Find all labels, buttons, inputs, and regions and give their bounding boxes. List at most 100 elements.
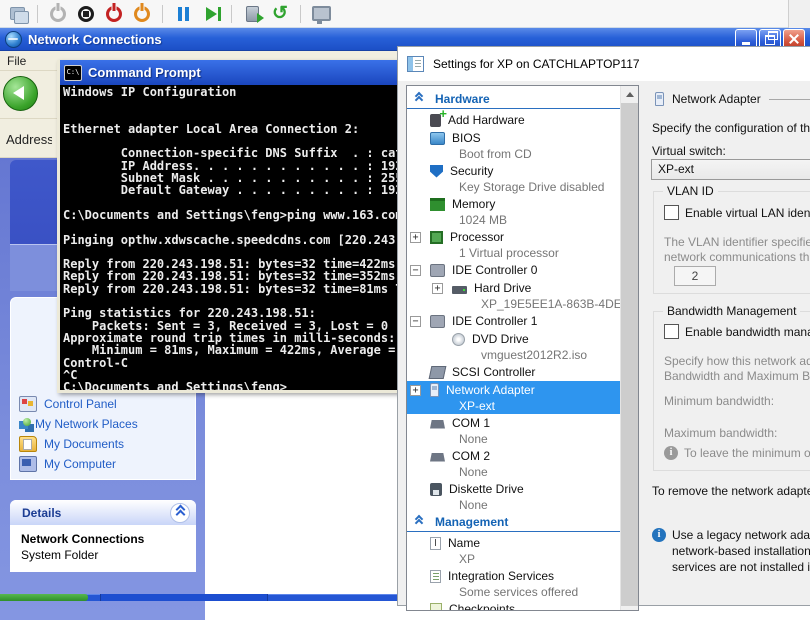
pause-button[interactable] [171,2,195,26]
control-panel-icon [19,396,37,412]
sidebar-item-my-network-places[interactable]: My Network Places [19,414,191,434]
max-bandwidth-label: Maximum bandwidth: [664,426,777,440]
tree-item-bios[interactable]: BIOSBoot from CD [407,129,621,162]
ctrl-alt-del-button[interactable] [5,2,29,26]
panel-header: Network Adapter [672,92,761,106]
vlan-id-input[interactable]: 2 [674,266,716,286]
toolbar-separator [300,5,301,23]
start-button[interactable] [0,594,88,601]
vlan-group-title: VLAN ID [663,184,718,198]
legacy-note-line2: network-based installation [672,544,810,558]
details-item-name: Network Connections [21,532,196,546]
taskbar-task-button[interactable] [100,594,268,601]
tree-item-sublabel: XP [407,552,621,567]
sidebar-item-label: Control Panel [44,397,117,411]
tree-item-sublabel: Key Storage Drive disabled [407,180,621,195]
restore-icon [765,35,775,45]
controller-icon [430,315,445,328]
tree-item-label: Add Hardware [448,113,525,127]
com-port-icon [430,453,445,462]
expand-icon[interactable]: + [410,232,421,243]
tree-item-sublabel: 1024 MB [407,213,621,228]
tree-item-name[interactable]: NameXP [407,534,621,567]
sidebar-item-label: My Network Places [35,417,138,431]
tree-section-label: Hardware [435,92,490,106]
sidebar-item-label: My Computer [44,457,116,471]
settings-window-title: Settings for XP on CATCHLAPTOP117 [433,57,640,71]
hard-drive-icon [452,286,467,294]
name-icon [430,537,441,550]
tree-item-ide-controller-1[interactable]: − IDE Controller 1 [407,312,621,330]
tree-item-dvd-drive[interactable]: DVD Drivevmguest2012R2.iso [407,330,621,363]
tree-item-diskette-drive[interactable]: Diskette DriveNone [407,480,621,513]
tree-item-processor[interactable]: + Processor 1 Virtual processor [407,228,621,261]
bandwidth-checkbox[interactable] [664,324,679,339]
tree-item-scsi-controller[interactable]: SCSI Controller [407,363,621,381]
tree-item-sublabel: Some services offered [407,585,621,600]
add-hardware-icon [430,114,441,127]
revert-button[interactable]: ↺ [268,2,292,26]
scsi-controller-icon [429,366,447,379]
close-icon [789,34,799,44]
vlan-desc-line1: The VLAN identifier specifies [664,235,810,249]
sidebar-item-my-computer[interactable]: My Computer [19,454,191,474]
tree-item-sublabel: 1 Virtual processor [407,246,621,261]
turn-off-icon [78,6,94,22]
expand-icon[interactable]: + [410,385,421,396]
scroll-up-arrow-icon[interactable] [621,86,638,102]
bandwidth-group: Bandwidth Management Enable bandwidth ma… [653,311,810,471]
tree-item-add-hardware[interactable]: Add Hardware [407,111,621,129]
tree-item-security[interactable]: SecurityKey Storage Drive disabled [407,162,621,195]
shut-down-button[interactable] [102,2,126,26]
tree-item-memory[interactable]: Memory1024 MB [407,195,621,228]
network-adapter-panel: Network Adapter Specify the configuratio… [649,84,810,624]
tree-scrollbar[interactable] [620,86,638,610]
details-item-type: System Folder [21,548,196,562]
back-button[interactable] [3,76,38,111]
tree-item-label: COM 1 [452,416,490,430]
save-button[interactable] [130,2,154,26]
expand-icon[interactable]: + [432,283,443,294]
vm-settings-window: Settings for XP on CATCHLAPTOP117 Hardwa… [397,46,810,606]
tree-item-ide-controller-0[interactable]: − IDE Controller 0 [407,261,621,279]
command-prompt-title: Command Prompt [88,65,201,80]
tree-item-sublabel: Boot from CD [407,147,621,162]
tree-item-label: IDE Controller 1 [452,314,537,328]
diskette-icon [430,483,442,496]
tree-item-label: DVD Drive [472,332,529,346]
collapse-icon[interactable]: − [410,316,421,327]
details-collapse-button[interactable] [170,503,190,523]
tree-item-label: Processor [450,230,504,244]
hardware-tree-pane: Hardware Add Hardware BIOSBoot from CDSecu… [406,85,639,611]
tree-item-label: COM 2 [452,449,490,463]
network-places-icon [19,421,28,429]
vlan-checkbox[interactable] [664,205,679,220]
host-scrollbar[interactable] [788,0,810,28]
tree-item-checkpoints[interactable]: Checkpoints [407,600,621,611]
remote-networking-button[interactable] [309,2,333,26]
turn-off-button[interactable] [74,2,98,26]
settings-titlebar[interactable]: Settings for XP on CATCHLAPTOP117 [398,47,810,81]
reset-button[interactable] [199,2,223,26]
tree-item-hard-drive[interactable]: +Hard DriveXP_19E5EE1A-863B-4DE7-... [407,279,621,312]
bandwidth-group-title: Bandwidth Management [663,304,800,318]
checkpoint-button[interactable] [240,2,264,26]
tree-item-network-adapter[interactable]: +Network AdapterXP-ext [407,381,621,414]
reset-icon [206,7,217,21]
processor-icon [430,231,443,244]
remove-note: To remove the network adapter [652,484,810,498]
tree-item-com-1[interactable]: COM 1None [407,414,621,447]
sidebar-item-control-panel[interactable]: Control Panel [19,394,191,414]
tree-item-com-2[interactable]: COM 2None [407,447,621,480]
menu-file[interactable]: File [7,54,26,68]
sidebar-item-my-documents[interactable]: My Documents [19,434,191,454]
tree-item-integration-services[interactable]: Integration ServicesSome services offere… [407,567,621,600]
collapse-icon[interactable]: − [410,265,421,276]
virtual-switch-select[interactable]: XP-ext [651,159,810,180]
start-button[interactable] [46,2,70,26]
tree-section-management[interactable]: Management [407,513,621,532]
tree-item-label: IDE Controller 0 [452,263,537,277]
vlan-group: VLAN ID Enable virtual LAN identif The V… [653,191,810,294]
scrollbar-thumb[interactable] [621,103,638,606]
ctrl-alt-del-icon [10,7,25,20]
